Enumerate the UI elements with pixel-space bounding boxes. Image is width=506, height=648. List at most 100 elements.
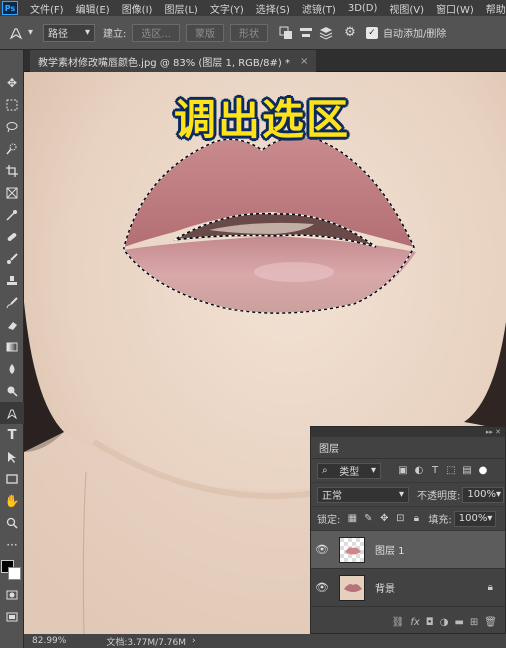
blend-mode-value: 正常 <box>322 491 342 502</box>
make-selection-button[interactable]: 选区... <box>132 23 180 42</box>
layer-row-background[interactable]: 👁︎ 背景 🔒︎ <box>311 569 505 607</box>
blend-mode-select[interactable]: 正常 ▾ <box>317 486 409 503</box>
menu-filter[interactable]: 滤镜(T) <box>302 1 336 16</box>
new-layer-icon[interactable]: ⊞ <box>470 617 478 628</box>
eye-icon[interactable]: 👁︎ <box>311 543 333 556</box>
quick-mask-icon[interactable] <box>0 584 24 606</box>
filter-toggle-icon[interactable]: ● <box>475 463 491 479</box>
layer-row-layer1[interactable]: 👁︎ 图层 1 <box>311 531 505 569</box>
link-layers-icon[interactable]: ⛓︎ <box>392 617 405 628</box>
eraser-tool-icon[interactable] <box>0 314 24 336</box>
screen-mode-icon[interactable] <box>0 606 24 628</box>
delete-layer-icon[interactable]: 🗑︎ <box>484 617 497 628</box>
move-tool-icon[interactable]: ✥ <box>0 72 24 94</box>
path-operations-icon[interactable] <box>276 23 296 43</box>
opacity-label: 不透明度: <box>417 491 461 502</box>
filter-pixel-icon[interactable]: ▣ <box>395 463 411 479</box>
gradient-tool-icon[interactable] <box>0 336 24 358</box>
filter-adjustment-icon[interactable]: ◐ <box>411 463 427 479</box>
auto-add-delete-checkbox[interactable]: ✓ <box>365 26 378 39</box>
eye-icon[interactable]: 👁︎ <box>311 581 333 594</box>
make-shape-button[interactable]: 形状 <box>229 23 268 42</box>
opacity-field[interactable]: 100% ▾ <box>462 486 505 503</box>
gear-icon[interactable]: ⚙ <box>340 23 360 43</box>
lock-image-icon[interactable]: ✎ <box>360 511 376 527</box>
menu-help[interactable]: 帮助 <box>486 1 506 16</box>
document-tab-title: 教学素材修改嘴唇颜色.jpg @ 83% (图层 1, RGB/8#) * <box>38 57 290 69</box>
frame-tool-icon[interactable] <box>0 182 24 204</box>
lock-all-icon[interactable]: 🔒︎ <box>408 511 424 527</box>
path-alignment-icon[interactable] <box>296 23 316 43</box>
tools-panel: ✥ T ✋ ··· <box>0 50 24 648</box>
eyedropper-tool-icon[interactable] <box>0 204 24 226</box>
background-color-swatch[interactable] <box>8 567 21 580</box>
fill-value: 100% <box>458 513 488 524</box>
crop-tool-icon[interactable] <box>0 160 24 182</box>
status-bar: 82.99% 文档:3.77M/7.76M › <box>24 634 506 648</box>
options-bar: ▾ 路径 ▾ 建立: 选区... 蒙版 形状 ⚙ ✓ 自动添加/删除 <box>0 16 506 50</box>
type-tool-icon[interactable]: T <box>0 424 24 446</box>
close-icon[interactable]: × <box>300 56 308 67</box>
marquee-tool-icon[interactable] <box>0 94 24 116</box>
history-brush-tool-icon[interactable] <box>0 292 24 314</box>
filter-type-icon[interactable]: T <box>427 463 443 479</box>
menu-view[interactable]: 视图(V) <box>389 1 424 16</box>
menu-select[interactable]: 选择(S) <box>256 1 290 16</box>
panel-collapse-icon[interactable]: ▸▸ ✕ <box>311 427 505 437</box>
brush-tool-icon[interactable] <box>0 248 24 270</box>
lock-label: 锁定: <box>317 515 341 526</box>
healing-brush-tool-icon[interactable] <box>0 226 24 248</box>
zoom-tool-icon[interactable] <box>0 512 24 534</box>
zoom-level[interactable]: 82.99% <box>32 636 66 646</box>
lock-position-icon[interactable]: ✥ <box>376 511 392 527</box>
make-mask-button[interactable]: 蒙版 <box>185 23 224 42</box>
document-tab-bar: 教学素材修改嘴唇颜色.jpg @ 83% (图层 1, RGB/8#) * × <box>24 50 506 72</box>
layers-panel-tab[interactable]: 图层 <box>311 437 505 459</box>
video-caption: 调出选区 <box>174 95 351 144</box>
menu-edit[interactable]: 编辑(E) <box>76 1 110 16</box>
menu-image[interactable]: 图像(I) <box>122 1 153 16</box>
layer-style-icon[interactable]: fx <box>410 617 419 628</box>
clone-stamp-tool-icon[interactable] <box>0 270 24 292</box>
color-swatches[interactable] <box>0 556 24 584</box>
menu-3d[interactable]: 3D(D) <box>348 3 378 14</box>
build-label: 建立: <box>103 29 127 40</box>
rectangle-tool-icon[interactable] <box>0 468 24 490</box>
dodge-tool-icon[interactable] <box>0 380 24 402</box>
photoshop-logo: Ps <box>2 1 18 15</box>
hand-tool-icon[interactable]: ✋ <box>0 490 24 512</box>
pen-tool-icon[interactable] <box>0 402 24 424</box>
chevron-down-icon[interactable]: ▾ <box>28 27 33 38</box>
menu-window[interactable]: 窗口(W) <box>436 1 474 16</box>
layer-name[interactable]: 背景 <box>375 580 395 595</box>
menu-layer[interactable]: 图层(L) <box>164 1 197 16</box>
menu-type[interactable]: 文字(Y) <box>210 1 244 16</box>
layers-footer: ⛓︎ fx ◘ ◑ ▬ ⊞ 🗑︎ <box>311 611 505 633</box>
pen-tool-preset-icon[interactable] <box>6 23 26 43</box>
chevron-right-icon[interactable]: › <box>192 636 196 646</box>
layer-filter-select[interactable]: ⌕ 类型 ▾ <box>317 462 381 479</box>
filter-shape-icon[interactable]: ⬚ <box>443 463 459 479</box>
fill-field[interactable]: 100% ▾ <box>453 510 496 527</box>
path-arrangement-icon[interactable] <box>316 23 336 43</box>
menu-file[interactable]: 文件(F) <box>30 1 64 16</box>
layer-name[interactable]: 图层 1 <box>375 542 405 557</box>
new-adjustment-icon[interactable]: ◑ <box>440 617 449 628</box>
new-group-icon[interactable]: ▬ <box>454 617 463 628</box>
more-tools-icon[interactable]: ··· <box>0 534 24 556</box>
quick-selection-tool-icon[interactable] <box>0 138 24 160</box>
layers-panel-title: 图层 <box>319 444 339 455</box>
lock-fill-row: 锁定: ▦ ✎ ✥ ⊡ 🔒︎ 填充: 100% ▾ <box>311 507 505 531</box>
lock-transparent-icon[interactable]: ▦ <box>344 511 360 527</box>
chevron-down-icon: ▾ <box>370 465 376 476</box>
lock-artboard-icon[interactable]: ⊡ <box>392 511 408 527</box>
layer-thumbnail <box>339 536 365 563</box>
filter-smart-object-icon[interactable]: ▤ <box>459 463 475 479</box>
lasso-tool-icon[interactable] <box>0 116 24 138</box>
blur-tool-icon[interactable] <box>0 358 24 380</box>
add-mask-icon[interactable]: ◘ <box>426 617 434 628</box>
path-selection-tool-icon[interactable] <box>0 446 24 468</box>
document-tab[interactable]: 教学素材修改嘴唇颜色.jpg @ 83% (图层 1, RGB/8#) * × <box>30 50 317 72</box>
chevron-down-icon: ▾ <box>85 27 91 38</box>
pen-mode-select[interactable]: 路径 ▾ <box>43 23 96 42</box>
